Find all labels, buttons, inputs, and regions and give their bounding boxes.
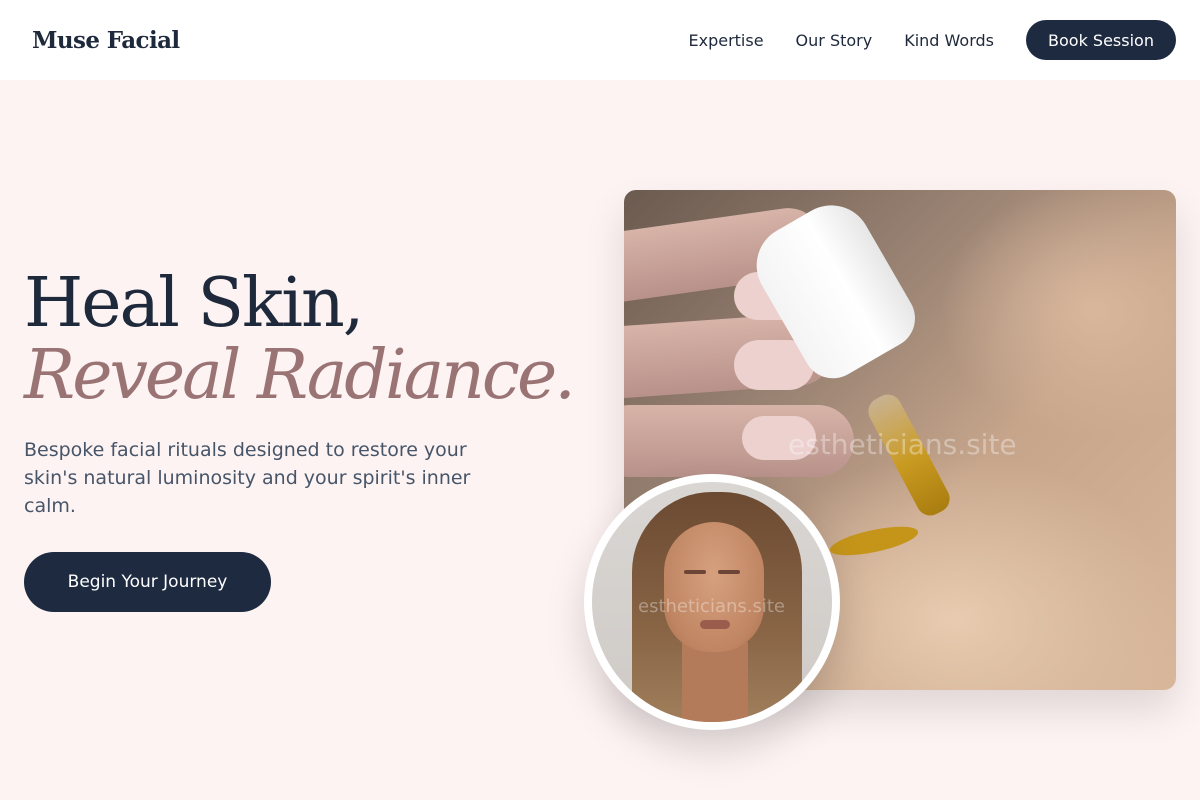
lips-shape xyxy=(700,620,730,629)
site-header: Muse Facial Expertise Our Story Kind Wor… xyxy=(0,0,1200,80)
oil-drop xyxy=(827,520,921,562)
main-nav: Expertise Our Story Kind Words Book Sess… xyxy=(688,20,1176,60)
closed-eye-right xyxy=(718,570,740,574)
portrait-watermark: estheticians.site xyxy=(638,596,785,617)
portrait-frame: estheticians.site xyxy=(584,474,840,730)
neck-shape xyxy=(682,642,748,722)
photo-watermark: estheticians.site xyxy=(788,428,1017,461)
book-session-button[interactable]: Book Session xyxy=(1026,20,1176,60)
closed-eye-left xyxy=(684,570,706,574)
headline-line-1: Heal Skin, xyxy=(24,264,364,343)
begin-journey-button[interactable]: Begin Your Journey xyxy=(24,552,271,612)
face-shape xyxy=(664,522,764,652)
headline-line-2: Reveal Radiance. xyxy=(24,336,576,415)
nav-link-our-story[interactable]: Our Story xyxy=(796,31,873,50)
logo[interactable]: Muse Facial xyxy=(32,27,180,54)
hero-headline: Heal Skin, Reveal Radiance. xyxy=(24,264,576,415)
hero-subtitle: Bespoke facial rituals designed to resto… xyxy=(24,439,471,517)
nav-link-kind-words[interactable]: Kind Words xyxy=(904,31,994,50)
nav-link-expertise[interactable]: Expertise xyxy=(688,31,763,50)
woman-portrait-photo: estheticians.site xyxy=(592,482,832,722)
